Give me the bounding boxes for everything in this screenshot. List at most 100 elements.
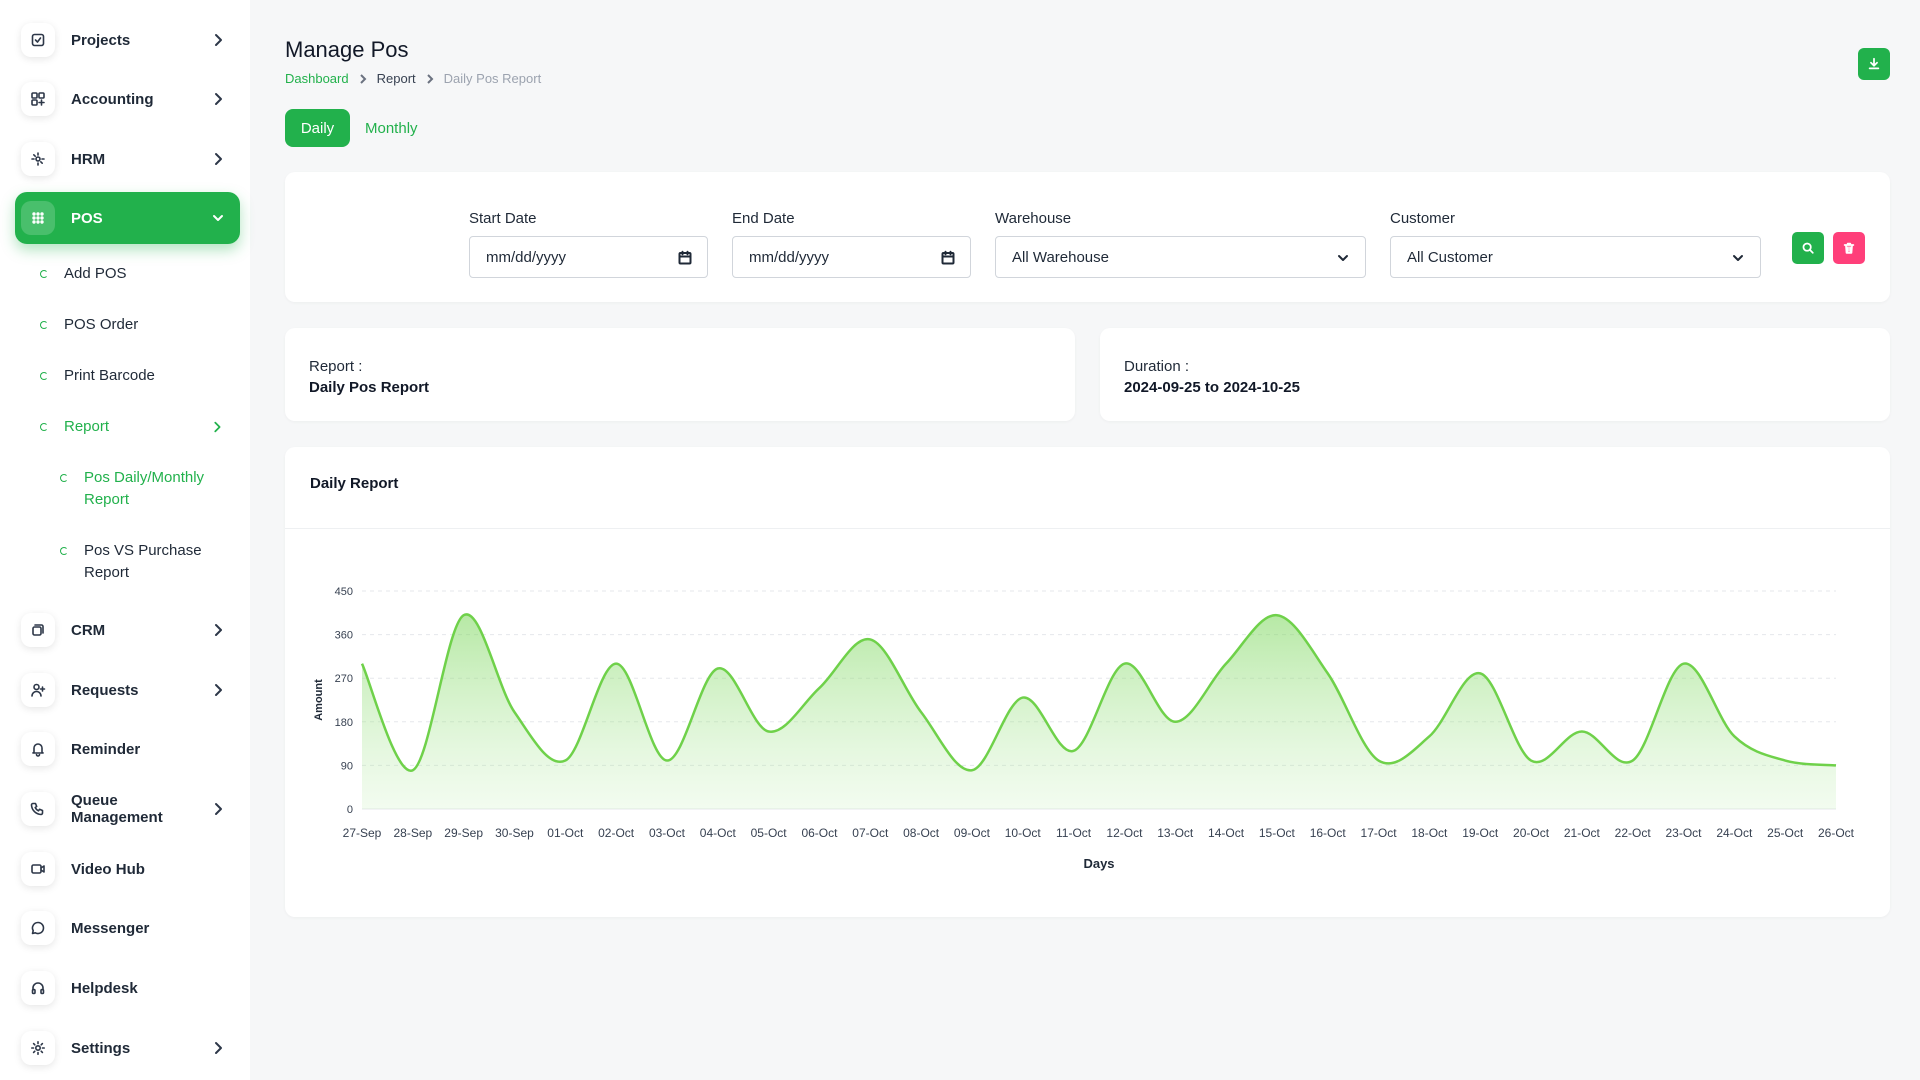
headset-icon <box>21 971 55 1005</box>
x-tick-label: 14-Oct <box>1208 826 1245 840</box>
x-tick-label: 06-Oct <box>801 826 838 840</box>
tab-daily[interactable]: Daily <box>285 109 350 147</box>
x-tick-label: 18-Oct <box>1411 826 1448 840</box>
sidebar-item-accounting[interactable]: Accounting <box>15 73 240 125</box>
x-tick-label: 01-Oct <box>547 826 584 840</box>
sidebar-item-helpdesk[interactable]: Helpdesk <box>15 962 240 1014</box>
x-tick-label: 19-Oct <box>1462 826 1499 840</box>
sidebar-subitem-add-pos[interactable]: Add POS <box>40 265 240 282</box>
start-date-label: Start Date <box>469 210 537 227</box>
customer-select[interactable]: All Customer <box>1390 236 1761 278</box>
sidebar-item-requests[interactable]: Requests <box>15 664 240 716</box>
sidebar-item-projects[interactable]: Projects <box>15 14 240 66</box>
x-tick-label: 24-Oct <box>1716 826 1753 840</box>
sidebar-subitem-label: Pos VS Purchase Report <box>84 542 202 581</box>
x-tick-label: 08-Oct <box>903 826 940 840</box>
end-date-label: End Date <box>732 210 795 227</box>
chevron-right-icon <box>214 421 221 433</box>
duration-value: 2024-09-25 to 2024-10-25 <box>1124 379 1300 396</box>
sidebar-subitem-print-barcode[interactable]: Print Barcode <box>40 367 240 384</box>
sidebar-item-label: HRM <box>71 150 106 168</box>
x-tick-label: 22-Oct <box>1615 826 1652 840</box>
requests-icon <box>21 673 55 707</box>
sidebar-item-label: POS <box>71 209 103 227</box>
bell-icon <box>21 732 55 766</box>
sidebar-item-pos[interactable]: POS <box>15 192 240 244</box>
end-date-input[interactable]: mm/dd/yyyy <box>732 236 971 278</box>
sidebar-item-label: Helpdesk <box>71 979 138 997</box>
breadcrumb-dashboard[interactable]: Dashboard <box>285 71 349 86</box>
x-tick-label: 27-Sep <box>343 826 382 840</box>
y-tick-label: 0 <box>347 804 353 816</box>
sidebar-subitem-pos-order[interactable]: POS Order <box>40 316 240 333</box>
x-tick-label: 25-Oct <box>1767 826 1804 840</box>
sidebar-subitem-pos-daily-monthly[interactable]: Pos Daily/Monthly Report <box>60 467 230 511</box>
sidebar-item-label: Projects <box>71 31 131 49</box>
sidebar-item-queue-management[interactable]: Queue Management <box>15 783 240 835</box>
sidebar-item-video-hub[interactable]: Video Hub <box>15 843 240 895</box>
breadcrumb: Dashboard Report Daily Pos Report <box>285 71 541 86</box>
video-icon <box>21 852 55 886</box>
x-tick-label: 26-Oct <box>1818 826 1855 840</box>
accounting-icon <box>21 82 55 116</box>
bullet-icon <box>60 547 68 555</box>
chevron-down-icon <box>1338 255 1348 261</box>
sidebar-item-label: CRM <box>71 621 106 639</box>
sidebar-item-label: Reminder <box>71 740 141 758</box>
chart-card: Daily Report 0 90 180 270 360 450 27-Sep 28-Sep… <box>285 447 1890 917</box>
customer-value: All Customer <box>1407 248 1493 266</box>
breadcrumb-report: Report <box>376 71 416 86</box>
y-tick-label: 90 <box>341 760 353 772</box>
sidebar-item-messenger[interactable]: Messenger <box>15 902 240 954</box>
warehouse-select[interactable]: All Warehouse <box>995 236 1366 278</box>
tab-monthly[interactable]: Monthly <box>365 109 418 147</box>
hrm-icon <box>21 142 55 176</box>
sidebar-item-hrm[interactable]: HRM <box>15 133 240 185</box>
sidebar-item-label: Settings <box>71 1039 131 1057</box>
sidebar-subitem-pos-vs-purchase[interactable]: Pos VS Purchase Report <box>60 540 230 584</box>
chevron-right-icon <box>215 34 222 46</box>
x-tick-label: 10-Oct <box>1005 826 1042 840</box>
warehouse-label: Warehouse <box>995 210 1072 227</box>
chevron-down-icon <box>1733 255 1743 261</box>
sidebar-item-settings[interactable]: Settings <box>15 1022 240 1074</box>
sidebar: Projects Accounting HRM POS Add POS POS … <box>0 0 250 1080</box>
x-tick-label: 16-Oct <box>1310 826 1347 840</box>
duration-label: Duration : <box>1124 358 1190 375</box>
x-tick-label: 05-Oct <box>751 826 788 840</box>
warehouse-value: All Warehouse <box>1012 248 1109 266</box>
phone-icon <box>21 792 55 826</box>
y-tick-label: 450 <box>335 586 353 598</box>
clear-button[interactable] <box>1833 232 1865 264</box>
start-date-input[interactable]: mm/dd/yyyy <box>469 236 708 278</box>
chevron-right-icon <box>215 803 222 815</box>
chevron-right-icon <box>215 153 222 165</box>
x-tick-label: 13-Oct <box>1157 826 1194 840</box>
bullet-icon <box>40 321 48 329</box>
grid-icon <box>21 201 55 235</box>
search-button[interactable] <box>1792 232 1824 264</box>
sidebar-item-reminder[interactable]: Reminder <box>15 723 240 775</box>
chevron-down-icon <box>213 215 223 221</box>
x-tick-label: 09-Oct <box>954 826 991 840</box>
x-tick-label: 15-Oct <box>1259 826 1296 840</box>
projects-icon <box>21 23 55 57</box>
sidebar-item-crm[interactable]: CRM <box>15 604 240 656</box>
sidebar-subitem-report[interactable]: Report <box>40 418 240 435</box>
bullet-icon <box>60 474 68 482</box>
x-tick-label: 29-Sep <box>444 826 483 840</box>
breadcrumb-current: Daily Pos Report <box>443 71 542 86</box>
series-area <box>362 614 1836 809</box>
download-icon <box>1868 57 1880 70</box>
chat-icon <box>21 911 55 945</box>
sidebar-item-label: Requests <box>71 681 139 699</box>
x-tick-label: 02-Oct <box>598 826 635 840</box>
x-tick-label: 03-Oct <box>649 826 686 840</box>
report-label: Report : <box>309 358 363 375</box>
download-button[interactable] <box>1858 48 1890 80</box>
sidebar-subitem-label: POS Order <box>64 316 139 333</box>
x-tick-label: 07-Oct <box>852 826 889 840</box>
sidebar-subitem-label: Print Barcode <box>64 367 155 384</box>
report-info-card: Report : Daily Pos Report <box>285 328 1075 421</box>
bullet-icon <box>40 423 48 431</box>
